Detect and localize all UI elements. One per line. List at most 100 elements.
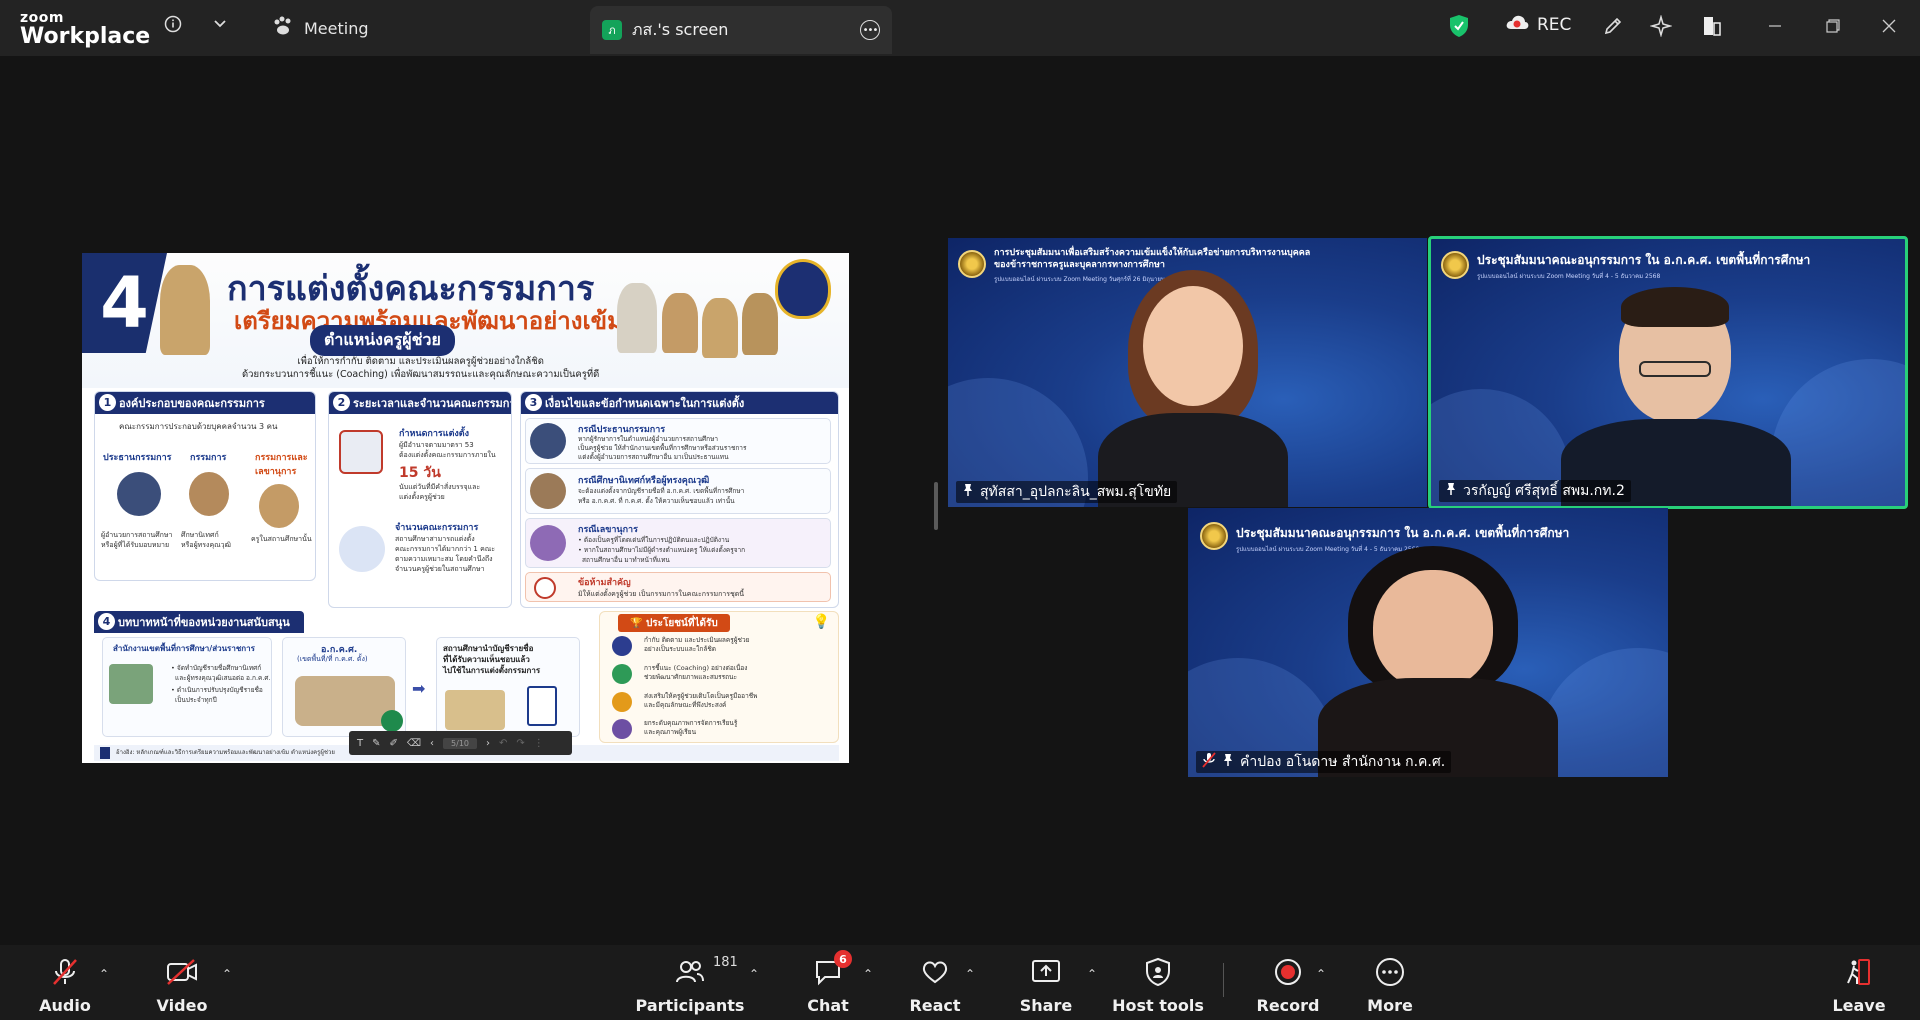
- shared-screen-slide[interactable]: 4 การแต่งตั้งคณะกรรมการ เตรียมความพร้อมแ…: [82, 253, 849, 763]
- share-options-caret[interactable]: ⌃: [1087, 967, 1097, 981]
- no-entry-icon: [534, 577, 556, 599]
- teacher-illustration: [160, 265, 210, 355]
- audio-button[interactable]: Audio: [34, 945, 96, 1020]
- redo-icon[interactable]: ↷: [516, 738, 524, 749]
- split-view-handle[interactable]: [934, 482, 938, 530]
- screen-share-tab[interactable]: ภ ภส.'s screen •••: [590, 6, 892, 54]
- screen-tab-label: ภส.'s screen: [632, 19, 729, 39]
- slide-subtitle: เพื่อให้การกำกับ ติดตาม และประเมินผลครูผ…: [242, 356, 600, 380]
- undo-icon[interactable]: ↶: [499, 738, 507, 749]
- pen-icon[interactable]: [1601, 14, 1625, 38]
- participant-name-tag: สุทัสสา_อุปลกะลิน_สพม.สุโขทัย: [956, 481, 1178, 503]
- info-icon[interactable]: [163, 14, 183, 34]
- school-illustration: [617, 283, 657, 353]
- supervisor-avatar-icon: [530, 473, 566, 509]
- marker-tool-icon[interactable]: ✐: [390, 738, 398, 749]
- chat-button[interactable]: 6 Chat: [800, 945, 856, 1020]
- presenter-avatar: ภ: [602, 20, 622, 40]
- page-indicator: 5/10: [443, 737, 477, 749]
- school-building-icon: [445, 690, 505, 730]
- participant-name-tag: คำปอง อโนดาษ สำนักงาน ก.ค.ศ.: [1196, 751, 1452, 773]
- heart-icon: [920, 957, 950, 987]
- panel-timeframe: 2 ระยะเวลาและจำนวนคณะกรรมการ กำหนดการแต่ง…: [328, 391, 512, 608]
- record-options-caret[interactable]: ⌃: [1316, 967, 1326, 981]
- slide-title-3: ตำแหน่งครูผู้ช่วย: [310, 325, 455, 356]
- check-shield-icon: [381, 710, 403, 732]
- student-illustration: [742, 293, 778, 355]
- condition-card: กรณีเลขานุการ • ต้องเป็นครูที่โดดเด่นที่…: [525, 518, 831, 568]
- active-speaker-tile[interactable]: ประชุมสัมมนาคณะอนุกรรมการ ใน อ.ก.ค.ศ. เข…: [1428, 236, 1908, 509]
- chat-options-caret[interactable]: ⌃: [863, 967, 873, 981]
- document-icon: [100, 747, 110, 759]
- seal-icon: [1441, 251, 1469, 279]
- eraser-tool-icon[interactable]: ⌫: [407, 738, 421, 749]
- panel-benefits: 🏆 ประโยชน์ที่ได้รับ กำกับ ติดตาม และประเ…: [599, 611, 839, 743]
- director-avatar-icon: [530, 423, 566, 459]
- chevron-down-icon[interactable]: [210, 14, 230, 34]
- leave-icon: [1844, 957, 1874, 987]
- react-options-caret[interactable]: ⌃: [965, 967, 975, 981]
- panel-conditions: 3 เงื่อนไขและข้อกำหนดเฉพาะในการแต่งตั้ง ก…: [520, 391, 839, 608]
- office-building-icon: [109, 664, 153, 704]
- participant-face: [1373, 570, 1493, 690]
- participants-button[interactable]: 181 Participants: [636, 945, 745, 1020]
- participant-hair: [1621, 287, 1729, 327]
- text-tool-icon[interactable]: T: [357, 738, 363, 749]
- participants-options-caret[interactable]: ⌃: [749, 967, 759, 981]
- support-box-area-office: สำนักงานเขตพื้นที่การศึกษา/ส่วนราชการ • …: [102, 637, 272, 737]
- mic-muted-icon: [50, 957, 80, 987]
- share-button[interactable]: Share: [1016, 945, 1076, 1020]
- video-button[interactable]: Video: [151, 945, 213, 1020]
- mic-muted-icon: [1202, 752, 1216, 772]
- panel-icon[interactable]: [1700, 14, 1724, 38]
- meeting-tab[interactable]: Meeting: [272, 12, 369, 44]
- chat-badge: 6: [834, 950, 852, 968]
- zoom-workplace-logo: zoom Workplace: [20, 10, 151, 49]
- chat-icon: 6: [813, 950, 852, 987]
- calendar-icon: [339, 430, 383, 474]
- zoom-window: zoom Workplace Meeting ภ ภส.'s screen ••…: [0, 0, 1920, 1020]
- annotation-toolbar[interactable]: T ✎ ✐ ⌫ ‹ 5/10 › ↶ ↷ ⋮: [349, 731, 572, 755]
- condition-card: กรณีศึกษานิเทศก์หรือผู้ทรงคุณวุฒิ จะต้อง…: [525, 468, 831, 514]
- restore-icon[interactable]: [1823, 16, 1843, 36]
- meeting-tab-label: Meeting: [304, 18, 369, 38]
- emblem-icon: [775, 259, 831, 319]
- host-tools-button[interactable]: Host tools: [1112, 945, 1204, 1020]
- student-illustration: [662, 293, 698, 353]
- growth-icon: [612, 692, 632, 712]
- participant-tile[interactable]: การประชุมสัมมนาเพื่อเสริมสร้างความเข้มแข…: [948, 238, 1427, 507]
- seal-icon: [1200, 522, 1228, 550]
- warning-card: ข้อห้ามสำคัญ มิให้แต่งตั้งครูผู้ช่วย เป็…: [525, 572, 831, 602]
- video-options-caret[interactable]: ⌃: [222, 967, 232, 981]
- participant-glasses: [1639, 361, 1711, 377]
- audio-options-caret[interactable]: ⌃: [99, 967, 109, 981]
- more-icon[interactable]: •••: [860, 20, 880, 40]
- toolbar-separator: [1223, 963, 1224, 997]
- pen-tool-icon[interactable]: ✎: [372, 738, 380, 749]
- more-tools-icon[interactable]: ⋮: [534, 738, 544, 749]
- secretary-avatar-icon: [530, 525, 566, 561]
- react-button[interactable]: React: [905, 945, 965, 1020]
- condition-card: กรณีประธานกรรมการ หากผู้รักษาการในตำแหน่…: [525, 418, 831, 464]
- teacher-avatar-icon: [259, 484, 299, 528]
- share-screen-icon: [1030, 957, 1062, 987]
- minimize-icon[interactable]: [1765, 16, 1785, 36]
- clipboard-icon: [527, 686, 557, 726]
- prev-page-icon[interactable]: ‹: [430, 738, 434, 749]
- close-icon[interactable]: [1879, 16, 1899, 36]
- shield-icon[interactable]: [1447, 13, 1471, 39]
- director-avatar-icon: [117, 472, 161, 516]
- record-icon: [1273, 957, 1303, 987]
- next-page-icon[interactable]: ›: [486, 738, 490, 749]
- participant-name-tag: วรกัญญ์ ศรีสุทธิ์ สพม.กท.2: [1439, 480, 1631, 502]
- leave-button[interactable]: Leave: [1829, 945, 1889, 1020]
- record-button[interactable]: Record: [1257, 945, 1320, 1020]
- more-button[interactable]: More: [1361, 945, 1419, 1020]
- cloud-recording-indicator[interactable]: REC: [1505, 14, 1571, 35]
- participant-tile[interactable]: ประชุมสัมมนาคณะอนุกรรมการ ใน อ.ก.ค.ศ. เข…: [1188, 508, 1668, 777]
- meeting-illustration: [295, 676, 395, 726]
- sparkle-icon[interactable]: [1649, 14, 1673, 38]
- participant-count: 181: [713, 955, 738, 970]
- rec-label: REC: [1537, 14, 1572, 35]
- supervisor-avatar-icon: [189, 472, 229, 516]
